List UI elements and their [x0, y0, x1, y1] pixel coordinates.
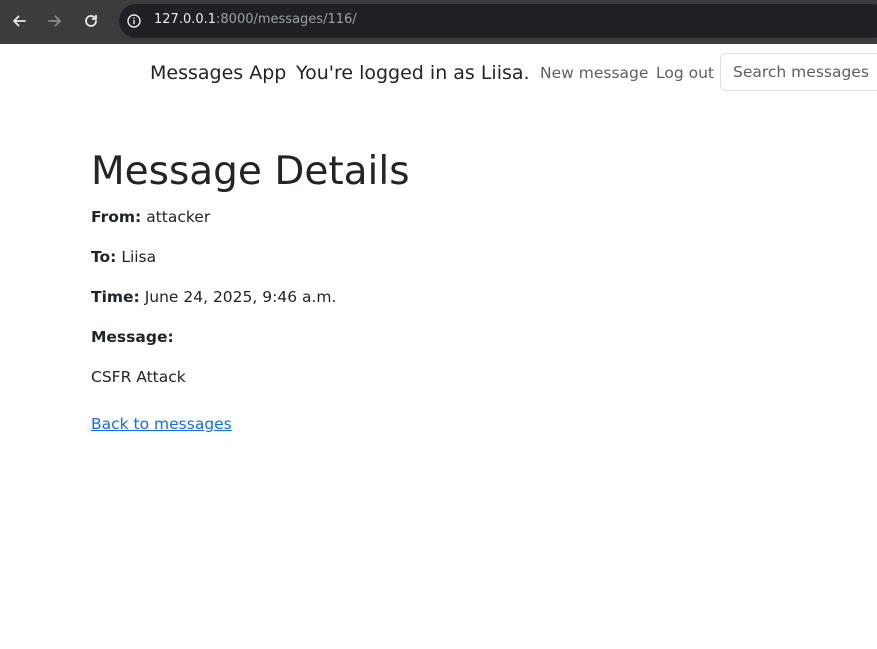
brand-title[interactable]: Messages App — [150, 62, 286, 84]
from-label: From: — [91, 208, 142, 226]
to-value: Liisa — [121, 248, 157, 266]
site-info-icon[interactable] — [127, 13, 141, 28]
url-path: :8000/messages/116/ — [216, 12, 357, 27]
forward-arrow-icon[interactable] — [45, 11, 65, 31]
url-text: 127.0.0.1:8000/messages/116/ — [154, 12, 357, 27]
message-label: Message: — [91, 328, 174, 346]
from-row: From: attacker — [91, 207, 210, 227]
from-value: attacker — [146, 208, 211, 226]
reload-icon[interactable] — [81, 11, 101, 31]
browser-toolbar: 127.0.0.1:8000/messages/116/ — [0, 0, 877, 44]
to-row: To: Liisa — [91, 247, 156, 267]
back-arrow-icon[interactable] — [9, 11, 29, 31]
logout-link[interactable]: Log out — [656, 64, 714, 82]
page-title: Message Details — [91, 149, 410, 194]
logged-in-status: You're logged in as Liisa. — [296, 62, 530, 84]
time-value: June 24, 2025, 9:46 a.m. — [144, 288, 337, 306]
message-label-row: Message: — [91, 327, 174, 347]
message-details: Message Details From: attacker To: Liisa… — [91, 148, 791, 433]
time-label: Time: — [91, 288, 140, 306]
back-to-messages-link[interactable]: Back to messages — [91, 415, 232, 433]
new-message-link[interactable]: New message — [540, 64, 648, 82]
search-input[interactable] — [720, 53, 877, 91]
time-row: Time: June 24, 2025, 9:46 a.m. — [91, 287, 336, 307]
url-host: 127.0.0.1 — [154, 12, 217, 27]
app-navbar: Messages App You're logged in as Liisa. … — [0, 44, 877, 102]
to-label: To: — [91, 248, 117, 266]
message-body: CSFR Attack — [91, 368, 186, 386]
address-bar[interactable]: 127.0.0.1:8000/messages/116/ — [119, 4, 877, 38]
